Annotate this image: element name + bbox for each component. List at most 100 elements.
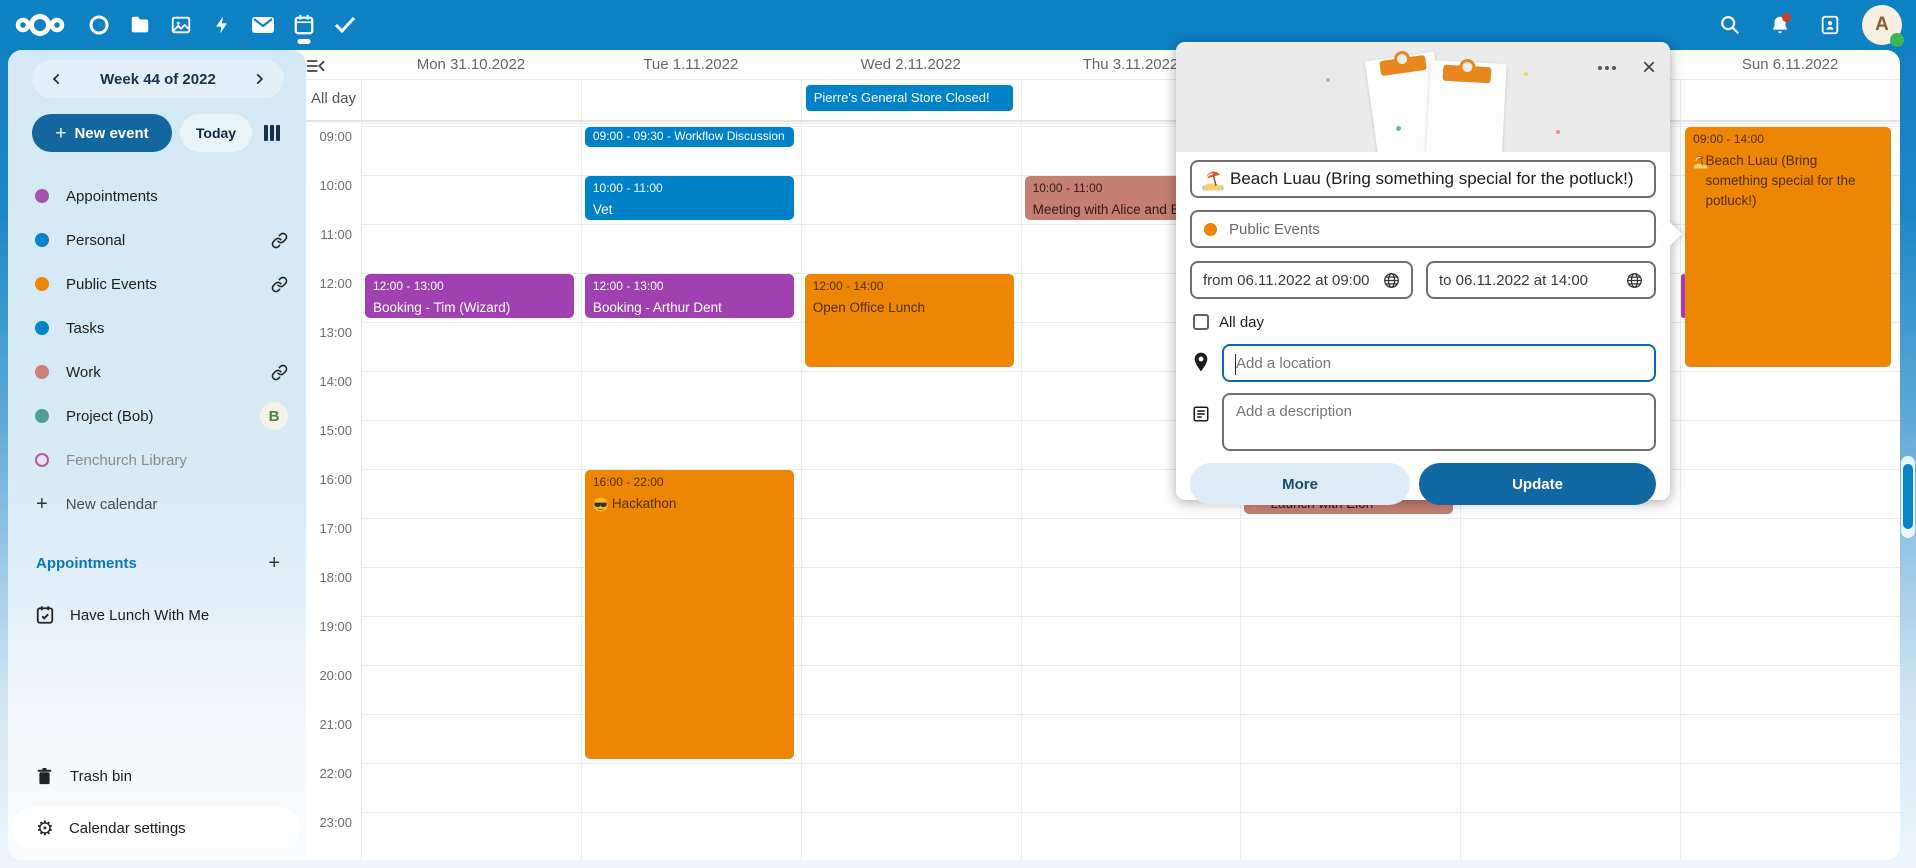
day-column-sun[interactable]: 09:00 - 14:00 Beach Luau (Bring somethin… [1680, 122, 1900, 860]
all-day-checkbox[interactable] [1193, 314, 1209, 330]
confetti-dot [1396, 126, 1401, 131]
view-switcher-icon[interactable] [260, 121, 284, 145]
more-button[interactable]: More [1190, 463, 1410, 505]
search-icon[interactable] [1712, 7, 1748, 43]
event-open-office-lunch[interactable]: 12:00 - 14:00 Open Office Lunch [805, 274, 1014, 367]
previous-week-button[interactable] [46, 68, 68, 90]
event-title-field[interactable] [1190, 160, 1656, 198]
all-day-cell[interactable] [1680, 80, 1900, 120]
week-title: Week 44 of 2022 [100, 71, 216, 88]
status-online-dot [1890, 33, 1904, 47]
shared-link-icon [271, 276, 288, 293]
share-owner-badge: B [260, 402, 288, 430]
location-input[interactable] [1224, 355, 1654, 372]
calendar-settings-button[interactable]: ⚙ Calendar settings [12, 807, 300, 849]
calendar-picker[interactable]: Public Events [1190, 210, 1656, 248]
day-column-mon[interactable]: 12:00 - 13:00 Booking - Tim (Wizard) [361, 122, 581, 860]
next-week-button[interactable] [248, 68, 270, 90]
gear-icon: ⚙ [36, 818, 54, 838]
event-hackathon[interactable]: 16:00 - 22:00 Hackathon [585, 470, 794, 759]
calendar-item-fenchurch-library[interactable]: Fenchurch Library [8, 438, 306, 482]
calendar-item-project-bob[interactable]: Project (Bob) B [8, 394, 306, 438]
calendar-color-dot [35, 409, 49, 423]
location-field [1222, 344, 1656, 382]
all-day-event[interactable]: Pierre's General Store Closed! [806, 85, 1013, 111]
event-vet[interactable]: 10:00 - 11:00 Vet [585, 176, 794, 220]
calendar-item-public-events[interactable]: Public Events [8, 262, 306, 306]
confetti-dot [1326, 78, 1330, 82]
calendar-color-dot [35, 189, 49, 203]
files-app-icon[interactable] [119, 0, 160, 50]
calendar-item-appointments[interactable]: Appointments [8, 174, 306, 218]
all-day-cell[interactable]: Pierre's General Store Closed! [801, 80, 1021, 120]
active-app-indicator [297, 39, 310, 44]
description-icon [1190, 405, 1212, 423]
photos-app-icon[interactable] [160, 0, 201, 50]
all-day-cell[interactable] [361, 80, 581, 120]
start-datetime-field[interactable]: from 06.11.2022 at 09:00 [1190, 261, 1413, 299]
calendar-picker-value: Public Events [1229, 221, 1320, 238]
beach-emoji [1693, 151, 1701, 169]
calendar-color-ring [35, 453, 49, 467]
trash-icon [36, 767, 53, 786]
timezone-globe-icon[interactable] [1383, 272, 1400, 289]
text-cursor [1235, 354, 1236, 375]
beach-emoji [1202, 169, 1224, 191]
timezone-globe-icon[interactable] [1626, 272, 1643, 289]
notifications-bell-icon[interactable] [1762, 7, 1798, 43]
appointments-section-heading: Appointments [36, 555, 268, 572]
page-scrollbar-thumb[interactable] [1903, 464, 1913, 529]
trash-bin-button[interactable]: Trash bin [8, 754, 306, 798]
event-booking-arthur-dent[interactable]: 12:00 - 13:00 Booking - Arthur Dent [585, 274, 794, 318]
plus-icon: + [55, 124, 66, 143]
calendar-color-dot [35, 365, 49, 379]
tasks-app-icon[interactable] [324, 0, 365, 50]
avatar-letter: A [1875, 14, 1889, 36]
confetti-dot [1556, 130, 1560, 134]
contacts-icon[interactable] [1812, 7, 1848, 43]
close-icon[interactable]: × [1642, 56, 1656, 80]
activity-app-icon[interactable] [201, 0, 242, 50]
shared-link-icon [271, 232, 288, 249]
calendar-item-work[interactable]: Work [8, 350, 306, 394]
appointment-item-have-lunch[interactable]: Have Lunch With Me [8, 593, 306, 637]
nextcloud-logo-icon[interactable] [8, 0, 72, 50]
calendar-list-toggle-icon[interactable] [306, 58, 326, 74]
event-booking-tim[interactable]: 12:00 - 13:00 Booking - Tim (Wizard) [365, 274, 574, 318]
calendar-sidebar: Week 44 of 2022 + New event Today Appoin… [8, 50, 306, 860]
day-column-tue[interactable]: 09:00 - 09:30 - Workflow Discussion 10:0… [581, 122, 801, 860]
confetti-dot [1524, 72, 1528, 76]
calendar-color-dot [35, 277, 49, 291]
day-header[interactable]: Wed 2.11.2022 [801, 50, 1021, 79]
popup-illustration-header: × [1176, 42, 1670, 152]
calendar-item-tasks[interactable]: Tasks [8, 306, 306, 350]
time-gutter: 09:00 10:00 11:00 12:00 13:00 14:00 15:0… [306, 122, 361, 860]
description-field [1222, 393, 1656, 451]
new-calendar-button[interactable]: + New calendar [8, 482, 306, 526]
new-event-button[interactable]: + New event [32, 114, 172, 152]
event-beach-luau[interactable]: 09:00 - 14:00 Beach Luau (Bring somethin… [1685, 127, 1891, 367]
description-input[interactable] [1236, 403, 1644, 447]
end-datetime-field[interactable]: to 06.11.2022 at 14:00 [1426, 261, 1656, 299]
avatar[interactable]: A [1862, 5, 1902, 45]
calendar-app-icon[interactable] [283, 0, 324, 50]
add-appointment-button[interactable]: + [268, 552, 280, 575]
office-app-icon[interactable] [78, 0, 119, 50]
all-day-label: All day [311, 90, 356, 107]
sunglasses-emoji [593, 494, 608, 512]
calendar-color-dot [1204, 223, 1217, 236]
mail-app-icon[interactable] [242, 0, 283, 50]
event-editor-popup: × Public Events from 06.11.2022 at 09:00 [1176, 42, 1670, 500]
event-title-input[interactable] [1192, 169, 1654, 189]
all-day-cell[interactable] [581, 80, 801, 120]
plus-icon: + [36, 493, 48, 516]
day-header[interactable]: Tue 1.11.2022 [581, 50, 801, 79]
event-workflow-discussion[interactable]: 09:00 - 09:30 - Workflow Discussion [585, 127, 794, 147]
day-header[interactable]: Sun 6.11.2022 [1680, 50, 1900, 79]
update-button[interactable]: Update [1419, 463, 1656, 505]
more-actions-icon[interactable] [1594, 62, 1620, 74]
day-column-wed[interactable]: 12:00 - 14:00 Open Office Lunch [801, 122, 1021, 860]
day-header[interactable]: Mon 31.10.2022 [361, 50, 581, 79]
today-button[interactable]: Today [180, 114, 252, 152]
calendar-item-personal[interactable]: Personal [8, 218, 306, 262]
